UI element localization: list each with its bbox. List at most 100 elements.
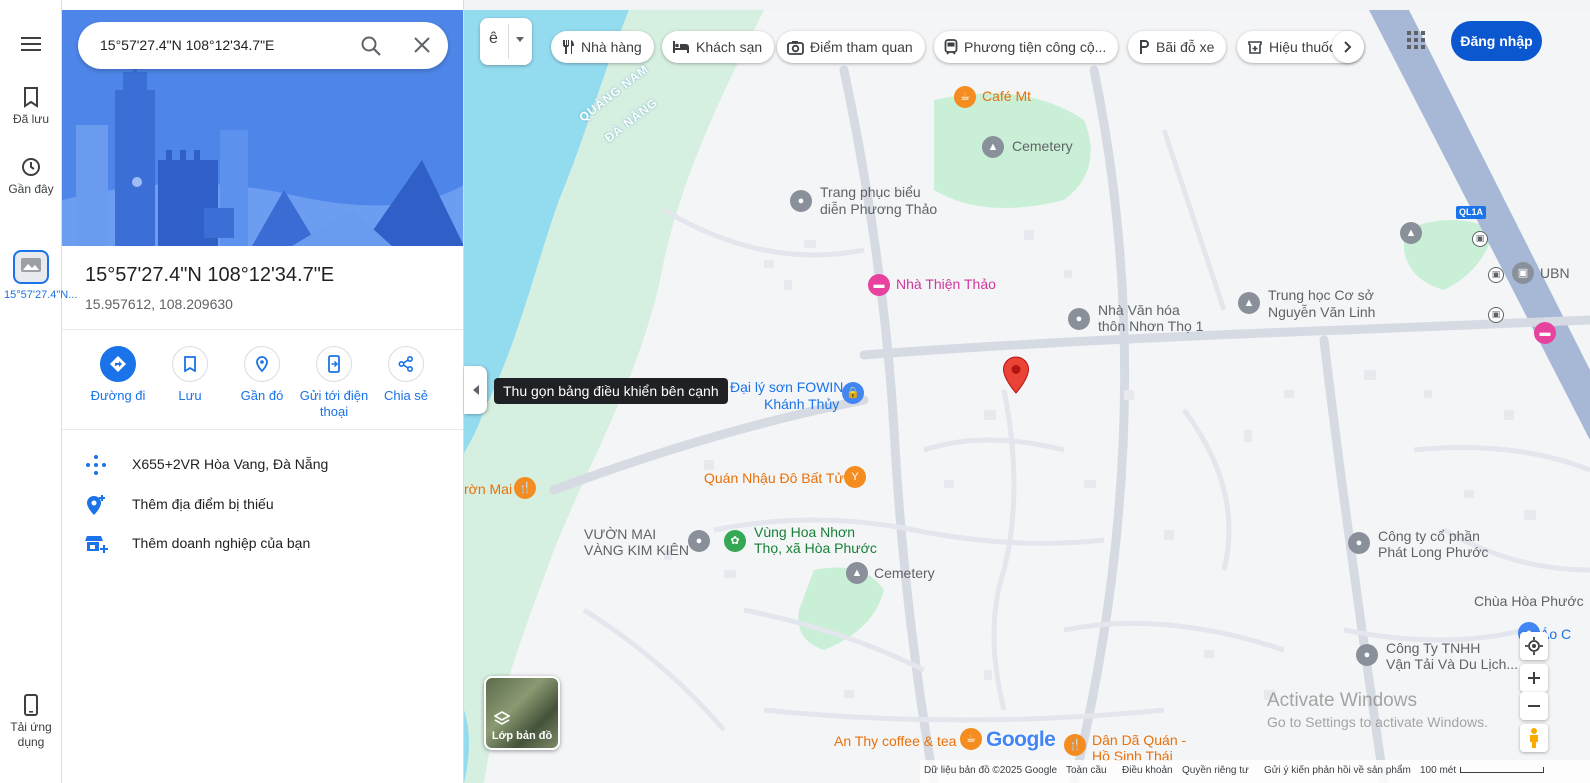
pharmacy-icon [1248, 41, 1262, 54]
collapse-panel-button[interactable] [464, 366, 487, 414]
zoom-out-button[interactable] [1520, 692, 1548, 720]
bookmark-icon [172, 346, 208, 382]
recent-place-item[interactable]: 15°57'27.4"N... [0, 250, 77, 302]
send-to-phone-icon [316, 346, 352, 382]
poi-label: Công Ty TNHH [1386, 640, 1481, 656]
save-label: Lưu [178, 388, 202, 403]
menu-button[interactable] [0, 36, 62, 56]
left-rail: Đã lưu Gần đây 15°57'27.4"N... Tải ứng d… [0, 0, 77, 783]
chip-label: Hiệu thuốc [1269, 39, 1336, 55]
poi-label: Trang phục biểu [820, 184, 921, 200]
street-view-pegman-button[interactable] [1520, 724, 1548, 752]
add-location-icon [84, 493, 108, 522]
footer-terms-link[interactable]: Điều khoản [1122, 765, 1173, 776]
chip-hotels[interactable]: Khách sạn [662, 31, 775, 63]
chip-parking[interactable]: Bãi đỗ xe [1128, 31, 1227, 63]
poi-label: Nhà Thiện Thảo [896, 276, 996, 292]
chip-label: Phương tiện công cộ... [964, 39, 1107, 55]
recent-button[interactable]: Gần đây [0, 156, 62, 196]
restaurant-icon: 🍴 [514, 477, 536, 499]
caret-left-icon [472, 385, 479, 395]
chip-label: Nhà hàng [581, 39, 642, 55]
transliteration-toggle[interactable]: ê [480, 18, 532, 65]
bar-icon: Y [844, 466, 866, 488]
poi-label: Cemetery [1012, 138, 1073, 154]
poi-label: Nhà Văn hóa [1098, 302, 1180, 318]
add-missing-place-row[interactable]: Thêm địa điểm bị thiếu [62, 485, 463, 525]
nearby-search-icon [244, 346, 280, 382]
saved-label: Đã lưu [12, 112, 50, 126]
poi-label: Cemetery [874, 565, 935, 581]
send-to-phone-label: Gửi tới điện thoại [299, 388, 369, 419]
my-location-button[interactable] [1520, 632, 1548, 660]
share-button[interactable]: Chia sẻ [368, 346, 444, 404]
send-to-phone-button[interactable]: Gửi tới điện thoại [296, 346, 372, 420]
poi-label: An Thy coffee & tea [834, 733, 957, 749]
chip-restaurants[interactable]: Nhà hàng [551, 31, 654, 63]
minus-icon [1528, 705, 1540, 707]
poi-label: Dân Dã Quán - [1092, 732, 1187, 748]
highway-shield: QL1A [1456, 206, 1487, 219]
add-missing-place-text: Thêm địa điểm bị thiếu [132, 496, 274, 512]
bus-stop-icon[interactable]: ▣ [1472, 228, 1488, 247]
chips-next-button[interactable] [1332, 31, 1364, 63]
side-panel: 15°57'27.4"N 108°12'34.7"E 15°57'27.4"N … [62, 0, 464, 783]
map-scale-label: 100 mét [1420, 765, 1457, 776]
google-logo: Google [986, 728, 1056, 752]
save-button[interactable]: Lưu [152, 346, 228, 404]
nearby-button[interactable]: Gần đó [224, 346, 300, 404]
cafe-icon: ☕ [954, 86, 976, 108]
restaurant-icon [563, 40, 574, 54]
sign-in-button[interactable]: Đăng nhập [1451, 21, 1542, 61]
place-pin-icon: ● [790, 190, 812, 212]
poi-label: Nguyễn Văn Linh [1268, 304, 1376, 320]
government-icon: ▣ [1512, 262, 1534, 284]
google-apps-icon[interactable] [1406, 30, 1426, 55]
directions-icon [100, 346, 136, 382]
poi-label: Vận Tải Và Du Lịch... [1386, 656, 1519, 672]
chip-label: Điểm tham quan [810, 39, 913, 55]
chip-transit[interactable]: Phương tiện công cộ... [934, 31, 1119, 63]
get-app-label: Tải ứng dụng [10, 720, 52, 749]
poi-label: Khánh Thủy [764, 396, 840, 412]
add-business-row[interactable]: Thêm doanh nghiệp của bạn [62, 524, 463, 564]
chevron-right-icon [1344, 41, 1352, 53]
map-data-attribution[interactable]: Dữ liệu bản đồ ©2025 Google [924, 765, 1057, 776]
divider [62, 429, 463, 430]
saved-button[interactable]: Đã lưu [0, 86, 62, 126]
search-box[interactable]: 15°57'27.4"N 108°12'34.7"E [78, 22, 448, 69]
get-app-button[interactable]: Tải ứng dụng [0, 694, 62, 750]
poi-label: Café Mt [982, 88, 1032, 104]
my-location-icon [1525, 637, 1543, 655]
shop-icon: 🔒 [842, 382, 864, 404]
plus-code-row[interactable]: X655+2VR Hòa Vang, Đà Nẵng [62, 445, 463, 485]
divider [62, 329, 463, 330]
footer-global-link[interactable]: Toàn cầu [1066, 765, 1107, 776]
add-business-text: Thêm doanh nghiệp của bạn [132, 535, 311, 551]
chip-label: Khách sạn [696, 39, 763, 55]
zoom-in-button[interactable] [1520, 664, 1548, 692]
footer-feedback-link[interactable]: Gửi ý kiến phản hồi về sản phẩm [1264, 765, 1411, 776]
search-input[interactable]: 15°57'27.4"N 108°12'34.7"E [100, 37, 274, 53]
footer-privacy-link[interactable]: Quyền riêng tư [1182, 765, 1249, 776]
recent-place-thumbnail [13, 250, 49, 284]
map-layers-button[interactable]: Lớp bản đồ [484, 676, 560, 750]
poi-label: Quán Nhậu Đô Bất Tử [704, 470, 844, 486]
cemetery-icon: ▲ [846, 562, 868, 584]
directions-label: Đường đi [90, 388, 146, 403]
place-photo-icon [21, 258, 41, 272]
poi-label: VÀNG KIM KIÊN [584, 542, 690, 558]
close-icon[interactable] [412, 35, 432, 60]
poi-chua-hoa-phuoc[interactable]: Chùa Hòa Phước [1474, 593, 1584, 610]
location-marker[interactable] [1002, 356, 1030, 399]
bus-stop-icon[interactable]: ▣ [1488, 264, 1504, 283]
layers-icon [494, 711, 510, 725]
hotel-icon[interactable]: ▬ [1534, 322, 1556, 344]
directions-button[interactable]: Đường đi [80, 346, 156, 404]
temple-icon[interactable]: ▲ [1400, 222, 1422, 244]
poi-label: UBN [1540, 265, 1570, 281]
hotel-icon: ▬ [868, 274, 890, 296]
bus-stop-icon[interactable]: ▣ [1488, 304, 1504, 323]
chip-attractions[interactable]: Điểm tham quan [777, 31, 925, 63]
search-icon[interactable] [360, 35, 382, 62]
